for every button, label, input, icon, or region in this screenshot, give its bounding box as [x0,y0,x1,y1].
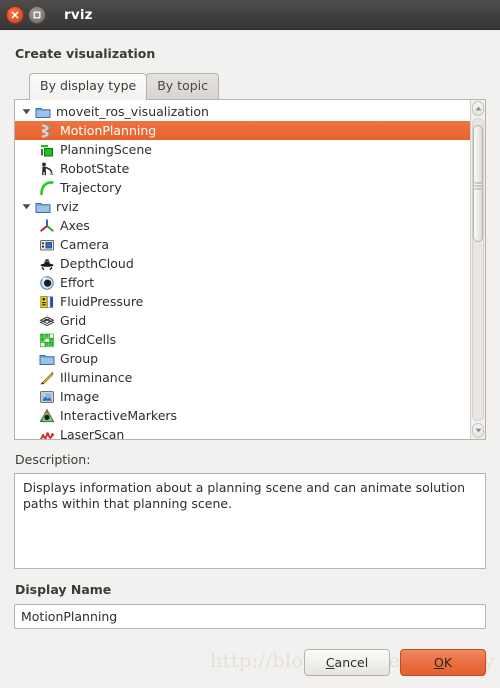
list-scrollbar[interactable] [470,100,485,439]
tree-item-label: RobotState [60,160,130,176]
tree-item-Grid[interactable]: Grid [15,311,470,330]
axes-icon [38,218,55,234]
tree-item-Camera[interactable]: Camera [15,235,470,254]
illuminance-icon [38,370,55,386]
scrollbar-thumb[interactable] [473,125,483,243]
dialog-button-bar: Cancel OK [304,649,486,676]
tree-item-label: InteractiveMarkers [60,407,178,423]
ok-label: K [443,655,453,670]
laser-scan-icon [38,427,55,439]
tree-item-Axes[interactable]: Axes [15,216,470,235]
tree-item-label: Group [60,350,99,366]
tree-item-Image[interactable]: Image [15,387,470,406]
tree-item-Trajectory[interactable]: Trajectory [15,178,470,197]
tree-item-label: GridCells [60,331,117,347]
tree-item-Group[interactable]: Group [15,349,470,368]
window-titlebar: rviz [0,0,500,30]
window-title: rviz [64,6,93,23]
tree-group-label: rviz [56,198,79,214]
tree-item-label: Axes [60,217,90,233]
tree-item-label: DepthCloud [60,255,134,271]
display-name-label: Display Name [15,582,112,597]
tree-item-FluidPressure[interactable]: FluidPressure [15,292,470,311]
tree-item-PlanningScene[interactable]: PlanningScene [15,140,470,159]
scroll-down-icon[interactable] [472,423,484,438]
display-name-input[interactable] [14,604,486,629]
display-type-tree[interactable]: moveit_ros_visualization MotionPlanning Pl… [15,100,470,439]
depth-cloud-icon [38,256,55,272]
cancel-button[interactable]: Cancel [304,649,390,676]
tree-group-label: moveit_ros_visualization [56,103,209,119]
tree-item-label: Grid [60,312,87,328]
tree-item-label: Trajectory [60,179,122,195]
tree-item-RobotState[interactable]: RobotState [15,159,470,178]
tree-item-label: Effort [60,274,95,290]
scrollbar-track[interactable] [472,118,484,421]
tree-item-MotionPlanning[interactable]: MotionPlanning [15,121,470,140]
tree-item-InteractiveMarkers[interactable]: InteractiveMarkers [15,406,470,425]
tab-bar: By display type By topic [29,72,486,100]
tree-item-label: MotionPlanning [60,122,157,138]
create-visualization-dialog: Create visualization By display type By … [0,30,500,688]
tree-group-moveit_ros_visualization[interactable]: moveit_ros_visualization [15,102,470,121]
scroll-up-icon[interactable] [472,101,484,116]
fluid-pressure-icon [38,294,55,310]
effort-icon [38,275,55,291]
tree-item-label: Image [60,388,100,404]
camera-icon [38,237,55,253]
image-icon [38,389,55,405]
tab-by-topic[interactable]: By topic [146,73,220,99]
cancel-label: ancel [334,655,369,670]
folder-icon [34,199,51,215]
interactive-markers-icon [38,408,55,424]
tab-by-display-type[interactable]: By display type [29,73,148,100]
tree-item-label: PlanningScene [60,141,152,157]
motion-planning-icon [38,123,55,139]
folder-icon [34,104,51,120]
cancel-accel: C [325,655,335,670]
tree-item-Effort[interactable]: Effort [15,273,470,292]
tree-item-DepthCloud[interactable]: DepthCloud [15,254,470,273]
planning-scene-icon [38,142,55,158]
triangle-down-icon[interactable] [19,203,34,210]
folder-icon [38,351,55,367]
ok-button[interactable]: OK [400,649,486,676]
page-title: Create visualization [15,46,156,61]
tree-item-label: FluidPressure [60,293,144,309]
tree-item-label: Illuminance [60,369,133,385]
grid-icon [38,313,55,329]
tree-group-rviz[interactable]: rviz [15,197,470,216]
description-text: Displays information about a planning sc… [14,473,486,569]
tab-label: By display type [40,78,137,93]
close-icon[interactable] [6,5,24,24]
trajectory-icon [38,180,55,196]
ok-accel: O [433,655,444,670]
description-label: Description: [15,452,91,467]
tree-item-GridCells[interactable]: GridCells [15,330,470,349]
tab-label: By topic [157,78,209,93]
tree-item-LaserScan[interactable]: LaserScan [15,425,470,439]
triangle-down-icon[interactable] [19,108,34,115]
tree-item-Illuminance[interactable]: Illuminance [15,368,470,387]
scrollbar-grip-icon [474,180,482,190]
maximize-icon[interactable] [28,5,46,24]
tree-item-label: LaserScan [60,426,125,440]
tree-item-label: Camera [60,236,110,252]
display-type-list[interactable]: moveit_ros_visualization MotionPlanning Pl… [14,99,486,440]
robot-state-icon [38,161,55,177]
grid-cells-icon [38,332,55,348]
